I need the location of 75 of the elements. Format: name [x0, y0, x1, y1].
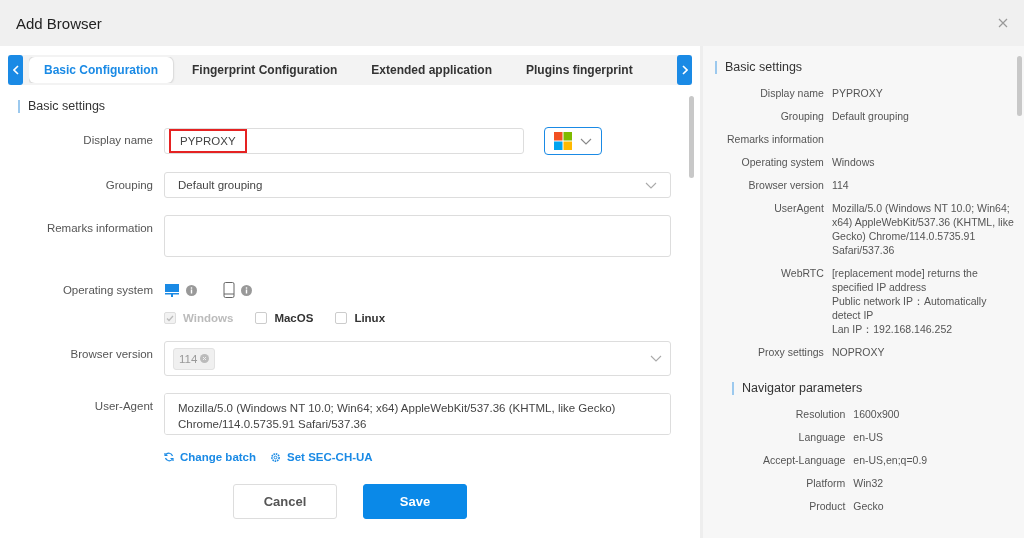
summary-label: Platform: [805, 476, 846, 490]
tab[interactable]: Plugins fingerprint: [511, 57, 648, 83]
summary-label: Browser version: [747, 178, 824, 192]
summary-label: Operating system: [740, 155, 824, 169]
scrollbar[interactable]: [689, 96, 694, 178]
chevron-down-icon: [645, 181, 657, 189]
summary-label: Grouping: [779, 109, 824, 123]
tab[interactable]: Fingerprint Configuration: [177, 57, 353, 83]
user-agent-field[interactable]: Mozilla/5.0 (Windows NT 10.0; Win64; x64) AppleWebKit/537.36 (KHTML, like Gecko) Chrome/114.0.5735.91 Safari/537.36: [164, 393, 671, 435]
grouping-select[interactable]: Default grouping: [164, 172, 671, 198]
summary-label: Language: [797, 430, 846, 444]
os-checkbox[interactable]: Linux: [335, 312, 386, 324]
summary-value: NOPROXY: [831, 345, 886, 359]
summary-label: Product: [808, 499, 846, 513]
summary-label: Resolution: [794, 407, 846, 421]
link[interactable]: Change batch: [164, 451, 257, 463]
summary-value: 1600x900: [853, 407, 901, 421]
section-marker: [18, 99, 20, 113]
summary-label: WebRTC: [780, 266, 824, 281]
window-title: Add Browser: [16, 14, 102, 32]
summary-value: Public network IP：Automatically detect IP: [831, 294, 988, 322]
highlighted-value: PYPROXY: [169, 129, 247, 153]
os-checkbox[interactable]: MacOS: [255, 312, 314, 324]
section-marker: [732, 381, 734, 395]
section-marker: [715, 60, 717, 74]
summary-value: [replacement mode] returns the specified IP address: [831, 266, 979, 294]
summary-value: Default grouping: [831, 109, 910, 123]
section-title: Navigator parameters: [742, 381, 863, 395]
close-icon: [998, 18, 1008, 28]
tab[interactable]: Basic Configuration: [29, 57, 173, 83]
summary-label: Accept-Language: [763, 453, 846, 467]
summary-label: UserAgent: [773, 201, 824, 216]
summary-label: Remarks information: [727, 132, 824, 146]
summary-value: Mozilla/5.0 (Windows NT 10.0; Win64; x64) AppleWebKit/537.36 (KHTML, like Gecko) Chrome/114.0.5735.91 Safari/537.36: [831, 201, 1014, 257]
summary-value: Lan IP：192.168.146.252: [831, 322, 954, 336]
refresh-icon: [164, 452, 174, 462]
summary-value: Windows: [831, 155, 876, 169]
os-dropdown[interactable]: [544, 127, 602, 155]
tab[interactable]: Extended application: [356, 57, 507, 83]
summary-value: 114: [831, 178, 850, 192]
field-label: Grouping: [104, 178, 153, 193]
field-label: Operating system: [61, 283, 153, 298]
section-title: Basic settings: [725, 60, 803, 74]
summary-value: en-US: [853, 430, 885, 444]
summary-label: Display name: [759, 86, 824, 100]
remove-icon: [200, 354, 210, 363]
chevron-down-icon: [580, 137, 592, 145]
save-button[interactable]: Save: [363, 484, 467, 519]
scroll-right-button[interactable]: [677, 55, 692, 85]
display-name-field[interactable]: PYPROXY: [164, 128, 524, 154]
windows-logo-icon: [554, 132, 572, 150]
remarks-field[interactable]: [164, 215, 671, 257]
select-value: Default grouping: [178, 179, 263, 191]
summary-label: Proxy settings: [756, 345, 824, 359]
section-title: Basic settings: [28, 99, 106, 113]
scrollbar[interactable]: [1017, 56, 1022, 116]
chevron-down-icon: [650, 355, 662, 362]
chevron-right-icon: [681, 65, 688, 75]
summary-value: Win32: [853, 476, 885, 490]
cancel-button[interactable]: Cancel: [233, 484, 337, 519]
field-label: Browser version: [69, 347, 153, 362]
summary-value: PYPROXY: [831, 86, 884, 100]
field-label: User-Agent: [93, 399, 153, 414]
chevron-left-icon: [12, 65, 19, 75]
scroll-left-button[interactable]: [8, 55, 23, 85]
field-label: Display name: [82, 133, 153, 148]
gear-icon: [270, 451, 282, 463]
summary-value: en-US,en;q=0.9: [853, 453, 929, 467]
close-button[interactable]: [998, 18, 1008, 28]
info-icon: [241, 284, 252, 296]
info-icon: [186, 284, 197, 296]
checkmark-icon: [166, 314, 174, 322]
link[interactable]: Set SEC-CH-UA: [270, 451, 373, 463]
summary-value: Gecko: [853, 499, 885, 513]
field-label: Remarks information: [45, 221, 153, 236]
